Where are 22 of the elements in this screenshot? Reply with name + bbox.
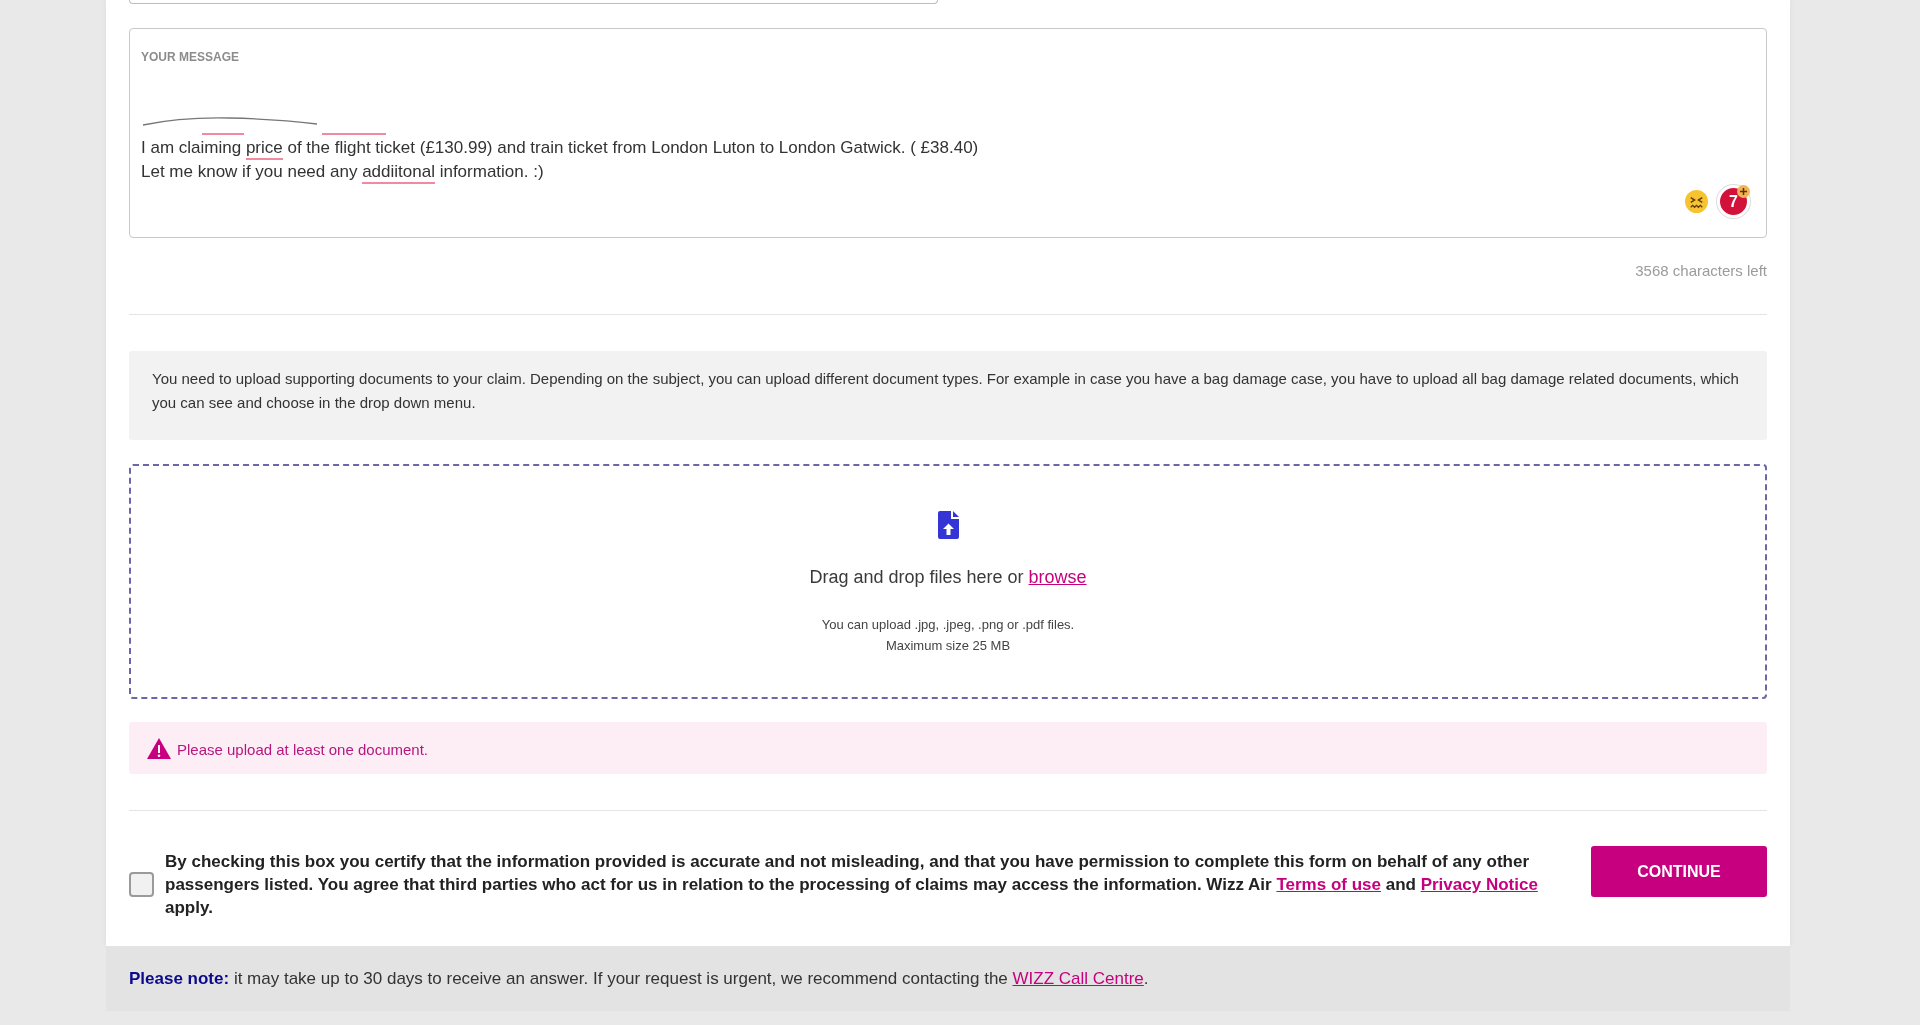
consent-checkbox[interactable] <box>129 872 154 897</box>
grimacing-face-icon <box>1685 190 1708 213</box>
file-upload-icon <box>937 511 959 539</box>
terms-link[interactable]: Terms of use <box>1276 875 1381 894</box>
message-text: I am claiming price of the flight ticket (£130.99) and train ticket from London Luton to London Gatwick. ( £38.40) Let me know if you need any addiitonal information. :) <box>141 136 979 184</box>
warning-icon <box>147 737 171 759</box>
error-text: Please upload at least one document. <box>177 739 428 758</box>
field-label: YOUR MESSAGE <box>141 50 239 64</box>
characters-left-text: 3568 characters left <box>1635 261 1767 281</box>
message-field[interactable]: YOUR MESSAGE I am claiming price of the flight ticket (£130.99) and train ticket from London Luton to London Gatwick. ( £38.40) Let me know if you need any addiitonal information. :) 7 <box>129 28 1767 238</box>
file-types-text: You can upload .jpg, .jpeg, .png or .pdf files. <box>821 616 1075 634</box>
upload-info-text: You need to upload supporting documents to your claim. Depending on the subject, you can upload different document types. For example in case you have a bag damage case, you have to upload all bag damage related documents, which you can see and choose in the drop down menu. <box>129 351 1767 440</box>
continue-button[interactable]: CONTINUE <box>1591 846 1767 897</box>
plus-icon <box>1737 185 1750 198</box>
file-drop-zone[interactable]: Drag and drop files here or browse You can upload .jpg, .jpeg, .png or .pdf files. Maximum size 25 MB <box>129 464 1767 699</box>
browse-link[interactable]: browse <box>1028 567 1087 587</box>
drop-prompt: Drag and drop files here or browse <box>809 566 1087 589</box>
privacy-link[interactable]: Privacy Notice <box>1420 875 1538 894</box>
max-size-text: Maximum size 25 MB <box>885 637 1011 655</box>
consent-text: By checking this box you certify that the information provided is accurate and not misleading, and that you have permission to complete this form on behalf of any other passengers listed. You agree that third parties who act for us in relation to the processing of claims may access the information. Wizz Air Terms of use and Privacy Notice apply. <box>165 851 1539 919</box>
call-centre-link[interactable]: WIZZ Call Centre <box>1012 968 1144 988</box>
note-text: Please note: it may take up to 30 days to receive an answer. If your request is urgent, we recommend contacting the WIZZ Call Centre. <box>129 968 1149 989</box>
